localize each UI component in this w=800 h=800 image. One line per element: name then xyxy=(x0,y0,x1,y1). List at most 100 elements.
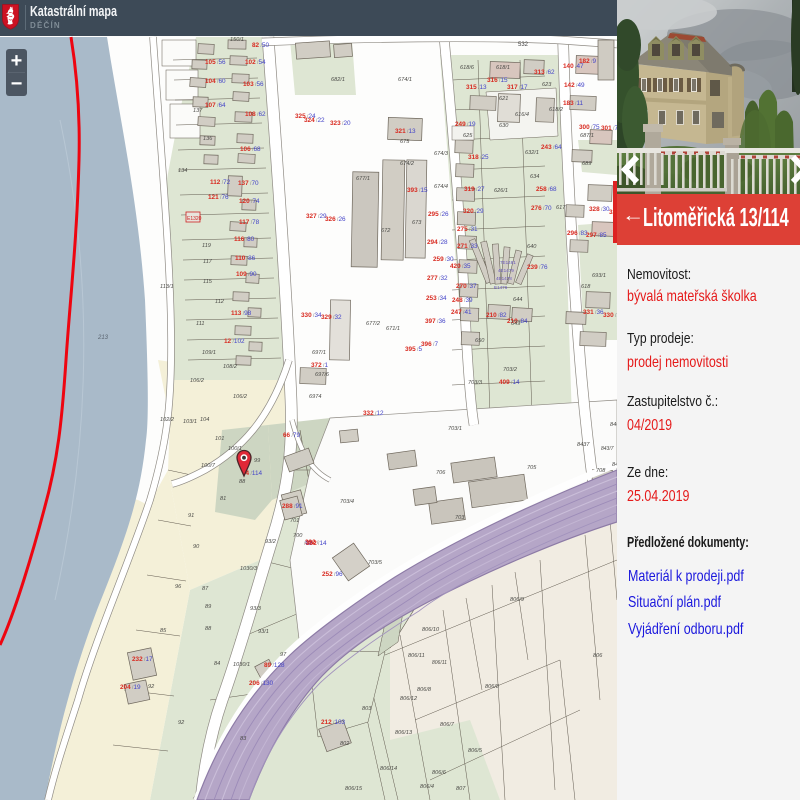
svg-text:89: 89 xyxy=(205,604,211,610)
svg-text:258 /68: 258 /68 xyxy=(536,186,557,193)
svg-text:142 /49: 142 /49 xyxy=(564,82,585,89)
svg-text:331 /36: 331 /36 xyxy=(583,309,604,316)
svg-text:232 /17: 232 /17 xyxy=(132,656,153,663)
svg-text:294 /28: 294 /28 xyxy=(427,239,448,246)
svg-text:626/1: 626/1 xyxy=(494,188,508,194)
svg-text:677/2: 677/2 xyxy=(366,321,381,327)
svg-text:703: 703 xyxy=(455,515,465,521)
svg-text:703/4: 703/4 xyxy=(340,499,354,505)
svg-text:115: 115 xyxy=(203,279,213,285)
svg-text:693/1: 693/1 xyxy=(592,273,606,279)
svg-text:318 /25: 318 /25 xyxy=(468,154,489,161)
svg-text:106/2: 106/2 xyxy=(233,394,248,400)
svg-text:66 /79: 66 /79 xyxy=(283,432,300,439)
svg-text:327 /31: 327 /31 xyxy=(609,209,617,216)
svg-text:102 /54: 102 /54 xyxy=(245,59,266,66)
svg-text:107 /64: 107 /64 xyxy=(205,102,226,109)
svg-text:82 /50: 82 /50 xyxy=(252,42,269,49)
svg-text:393 /15: 393 /15 xyxy=(407,187,428,194)
svg-text:806/13: 806/13 xyxy=(395,730,413,736)
svg-text:618: 618 xyxy=(581,284,591,290)
svg-text:96: 96 xyxy=(175,584,182,590)
svg-text:634: 634 xyxy=(530,174,539,180)
svg-text:618/1: 618/1 xyxy=(496,65,510,71)
svg-text:88: 88 xyxy=(205,626,212,632)
svg-text:806/6: 806/6 xyxy=(432,770,447,776)
svg-text:806/11: 806/11 xyxy=(432,660,447,666)
svg-text:252 /96: 252 /96 xyxy=(322,571,343,578)
svg-text:701: 701 xyxy=(290,518,299,524)
svg-text:150/1: 150/1 xyxy=(230,37,244,43)
svg-text:204 /19: 204 /19 xyxy=(120,684,141,691)
svg-text:806/15: 806/15 xyxy=(345,786,363,792)
svg-text:117 /78: 117 /78 xyxy=(239,219,260,226)
svg-text:329 /32: 329 /32 xyxy=(321,314,342,321)
svg-text:1030/3: 1030/3 xyxy=(240,566,258,572)
svg-text:113 /98: 113 /98 xyxy=(231,310,252,317)
svg-text:806/14: 806/14 xyxy=(380,766,397,772)
svg-text:396 /7: 396 /7 xyxy=(421,341,438,348)
svg-text:108/2: 108/2 xyxy=(223,364,238,370)
svg-text:706: 706 xyxy=(436,470,446,476)
svg-text:275 /31: 275 /31 xyxy=(457,226,478,233)
svg-text:93/1: 93/1 xyxy=(258,629,269,635)
svg-text:697/1: 697/1 xyxy=(312,350,326,356)
svg-text:103 /56: 103 /56 xyxy=(243,81,264,88)
svg-text:703/5: 703/5 xyxy=(368,560,383,566)
svg-text:105 /56: 105 /56 xyxy=(205,59,226,66)
svg-text:183 /11: 183 /11 xyxy=(563,100,584,107)
svg-text:253 /34: 253 /34 xyxy=(426,295,447,302)
svg-text:87: 87 xyxy=(202,586,209,592)
svg-text:271 /33: 271 /33 xyxy=(457,243,478,250)
svg-text:249 /19: 249 /19 xyxy=(455,121,476,128)
svg-text:276 /70: 276 /70 xyxy=(531,205,552,212)
svg-text:104 /60: 104 /60 xyxy=(205,78,226,85)
svg-text:4E1478: 4E1478 xyxy=(496,276,512,281)
svg-text:112: 112 xyxy=(215,299,225,305)
svg-text:330 /38: 330 /38 xyxy=(603,312,617,319)
svg-text:91: 91 xyxy=(188,513,194,519)
svg-text:625: 625 xyxy=(463,133,473,139)
svg-text:332 /12: 332 /12 xyxy=(363,410,384,417)
svg-text:674/2: 674/2 xyxy=(400,161,415,167)
svg-text:106 /68: 106 /68 xyxy=(240,146,261,153)
svg-text:649: 649 xyxy=(511,321,520,327)
svg-text:674/3: 674/3 xyxy=(434,151,449,157)
svg-text:84: 84 xyxy=(214,661,220,667)
svg-text:673: 673 xyxy=(412,220,422,226)
svg-text:806/8: 806/8 xyxy=(417,687,432,693)
svg-text:806/7: 806/7 xyxy=(440,722,455,728)
svg-text:259 /30: 259 /30 xyxy=(433,256,454,263)
svg-text:212 /103: 212 /103 xyxy=(321,719,346,726)
svg-text:1030/1: 1030/1 xyxy=(233,662,250,668)
svg-text:239 /76: 239 /76 xyxy=(527,264,548,271)
svg-text:109 /90: 109 /90 xyxy=(236,271,257,278)
svg-text:392 /14: 392 /14 xyxy=(306,540,327,547)
svg-text:297 /85: 297 /85 xyxy=(586,232,607,239)
svg-text:687/1: 687/1 xyxy=(580,133,594,139)
svg-text:83: 83 xyxy=(240,736,247,742)
svg-text:316 /15: 316 /15 xyxy=(487,77,508,84)
svg-text:632/1: 632/1 xyxy=(525,150,539,156)
svg-text:806/11: 806/11 xyxy=(408,653,425,659)
svg-text:325 /24: 325 /24 xyxy=(295,113,316,120)
svg-text:300 /75: 300 /75 xyxy=(579,124,600,131)
svg-text:12 /102: 12 /102 xyxy=(224,338,245,345)
svg-text:301 /77: 301 /77 xyxy=(601,125,617,132)
svg-text:803: 803 xyxy=(362,706,372,712)
svg-text:270 /37: 270 /37 xyxy=(456,283,477,290)
svg-text:395 /5: 395 /5 xyxy=(405,346,422,353)
svg-text:140 /47: 140 /47 xyxy=(563,63,584,70)
svg-text:326 /26: 326 /26 xyxy=(325,216,346,223)
svg-text:806/9: 806/9 xyxy=(510,597,524,603)
svg-text:843/7: 843/7 xyxy=(601,446,614,452)
svg-text:697/6: 697/6 xyxy=(315,372,330,378)
svg-text:313 /62: 313 /62 xyxy=(534,69,555,76)
svg-text:617: 617 xyxy=(556,205,566,211)
svg-text:677/1: 677/1 xyxy=(356,176,370,182)
svg-text:109/1: 109/1 xyxy=(202,350,216,356)
svg-text:618/6: 618/6 xyxy=(460,65,475,71)
svg-text:397 /36: 397 /36 xyxy=(425,318,446,325)
svg-text:120 /74: 120 /74 xyxy=(239,198,260,205)
svg-text:113/1: 113/1 xyxy=(160,284,174,290)
